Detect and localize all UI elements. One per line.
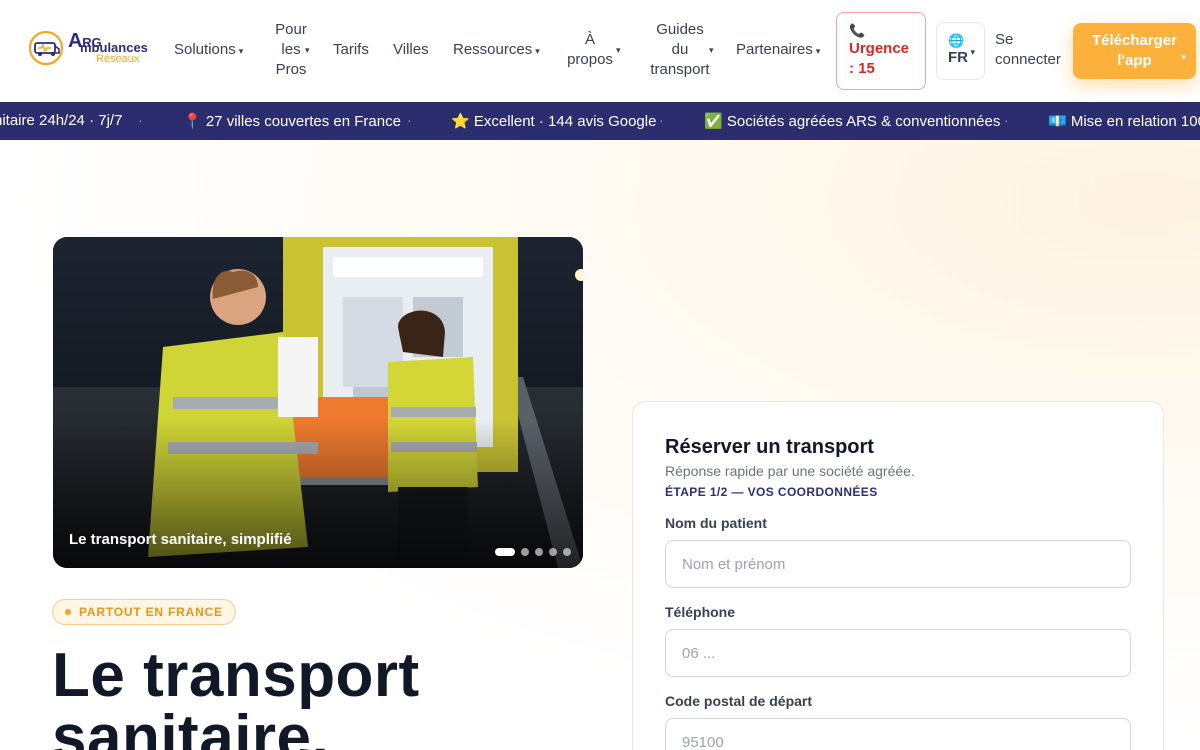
urgence-label-1: Urgence bbox=[849, 40, 910, 57]
form-title: Réserver un transport bbox=[665, 436, 874, 458]
chevron-down-icon: ▾ bbox=[238, 46, 244, 56]
ticker-separator: · bbox=[407, 112, 412, 128]
carousel-dot-active[interactable] bbox=[495, 548, 515, 556]
download-app-button[interactable]: Télécharger l'app ▾ bbox=[1073, 23, 1196, 79]
login-link[interactable]: Se connecter bbox=[995, 30, 1061, 70]
nav-partenaires-label: Partenaires bbox=[736, 41, 813, 58]
booking-form: Réserver un transport Réponse rapide par… bbox=[632, 401, 1164, 750]
nav-pros-label-1: Pour bbox=[275, 21, 307, 38]
nav-tarifs[interactable]: Tarifs bbox=[333, 40, 369, 60]
ticker-separator: · bbox=[1004, 112, 1009, 128]
login-label-2: connecter bbox=[995, 51, 1061, 68]
urgence-label-2: : 15 bbox=[849, 60, 875, 77]
hero-carousel[interactable]: Le transport sanitaire, simplifié bbox=[53, 237, 583, 568]
postal-code-input[interactable] bbox=[665, 718, 1131, 750]
nav-apropos-label-2: propos bbox=[567, 51, 613, 68]
carousel-caption: Le transport sanitaire, simplifié bbox=[69, 531, 292, 548]
language-selector[interactable]: 🌐 FR ▾ bbox=[936, 22, 985, 80]
nav-guides-label-2: du bbox=[671, 41, 689, 58]
urgence-button[interactable]: 📞 Urgence : 15 bbox=[836, 12, 926, 90]
chevron-down-icon: ▾ bbox=[535, 46, 540, 56]
download-label-1: Télécharger bbox=[1091, 32, 1178, 49]
nav-guides-du-transport[interactable]: Guides du transport ▾ bbox=[640, 20, 720, 80]
postal-code-label: Code postal de départ bbox=[665, 693, 813, 709]
ambulance-logo-icon bbox=[28, 30, 64, 66]
ticker-item: 💶 Mise en relation 100 bbox=[1048, 113, 1200, 130]
chevron-down-icon: ▾ bbox=[616, 45, 621, 55]
carousel-dot[interactable] bbox=[563, 548, 571, 556]
nav-pros-label-3: Pros bbox=[275, 61, 307, 78]
nav-guides-label-1: Guides bbox=[656, 21, 704, 38]
coverage-badge: PARTOUT EN FRANCE bbox=[52, 599, 236, 625]
nav-guides-label-3: transport bbox=[650, 61, 710, 78]
ticker-separator: · bbox=[138, 112, 143, 128]
chevron-down-icon: ▾ bbox=[305, 45, 310, 55]
carousel-dots bbox=[495, 548, 571, 556]
nav-partenaires[interactable]: Partenaires ▾ bbox=[736, 40, 820, 61]
form-subtitle: Réponse rapide par une société agréée. bbox=[665, 463, 915, 479]
patient-name-label: Nom du patient bbox=[665, 515, 767, 531]
login-label-1: Se bbox=[995, 31, 1014, 48]
ticker-item: 📍 27 villes couvertes en France bbox=[183, 113, 401, 130]
nav-ressources-label: Ressources bbox=[453, 41, 533, 58]
site-header: ARG mbulances Réseaux Solutions ▾ Pour le… bbox=[0, 0, 1200, 102]
carousel-dot[interactable] bbox=[535, 548, 543, 556]
nav-villes[interactable]: Villes bbox=[393, 40, 429, 60]
phone-icon: 📞 bbox=[849, 23, 866, 38]
nav-pour-les-pros[interactable]: Pour les Pros ▾ bbox=[266, 20, 316, 80]
chevron-down-icon: ▾ bbox=[1181, 52, 1186, 62]
phone-label: Téléphone bbox=[665, 604, 736, 620]
nav-ressources[interactable]: Ressources ▾ bbox=[453, 40, 540, 61]
carousel-dot[interactable] bbox=[521, 548, 529, 556]
language-code: FR bbox=[948, 49, 968, 66]
phone-input[interactable] bbox=[665, 629, 1131, 677]
nav-a-propos[interactable]: À propos ▾ bbox=[560, 30, 620, 70]
ticker-item: ⭐ Excellent · 144 avis Google bbox=[451, 113, 657, 130]
ambulance-crew-photo bbox=[53, 237, 583, 568]
nav-apropos-label-1: À bbox=[584, 31, 595, 48]
chevron-down-icon: ▾ bbox=[970, 47, 975, 57]
download-label-2: l'app bbox=[1117, 52, 1152, 69]
chevron-down-icon: ▾ bbox=[815, 46, 821, 56]
info-ticker: nitaire 24h/24 · 7j/7 · 📍 27 villes couv… bbox=[0, 102, 1200, 140]
globe-icon: 🌐 bbox=[948, 33, 965, 48]
patient-name-input[interactable] bbox=[665, 540, 1131, 588]
carousel-dot[interactable] bbox=[549, 548, 557, 556]
brand-logo[interactable]: ARG mbulances Réseaux bbox=[28, 28, 158, 72]
hero-title-line-2: sanitaire, bbox=[52, 703, 330, 750]
nav-solutions-label: Solutions bbox=[174, 41, 236, 58]
chevron-down-icon: ▾ bbox=[709, 45, 714, 55]
ticker-item: nitaire 24h/24 · 7j/7 bbox=[0, 112, 123, 129]
brand-line-3: Réseaux bbox=[96, 53, 140, 65]
ticker-item: ✅ Sociétés agréées ARS & conventionnées bbox=[704, 113, 1001, 130]
hero-title-line-1: Le transport bbox=[52, 641, 420, 710]
ticker-separator: · bbox=[659, 112, 664, 128]
hero-title: Le transport sanitaire, bbox=[52, 645, 612, 750]
form-step-indicator: ÉTAPE 1/2 — VOS COORDONNÉES bbox=[665, 485, 878, 499]
nav-solutions[interactable]: Solutions ▾ bbox=[174, 40, 243, 61]
